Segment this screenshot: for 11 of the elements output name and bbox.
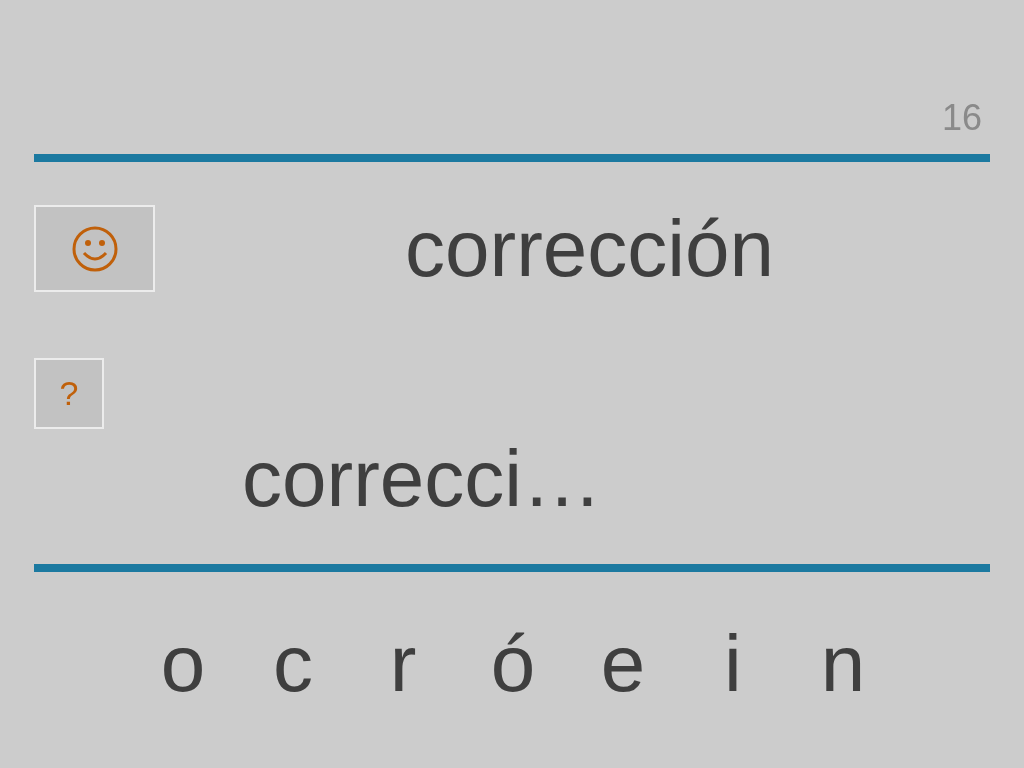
letter-tile[interactable]: ó xyxy=(458,624,568,704)
hint-button[interactable] xyxy=(34,205,155,292)
letter-tile[interactable]: c xyxy=(238,624,348,704)
page-number: 16 xyxy=(941,100,983,136)
letter-tile[interactable]: o xyxy=(128,624,238,704)
answer-text: correcci… xyxy=(242,439,603,519)
letter-tile[interactable]: r xyxy=(348,624,458,704)
letter-tile[interactable]: e xyxy=(568,624,678,704)
letter-tile[interactable]: i xyxy=(678,624,788,704)
letter-tile[interactable]: n xyxy=(788,624,898,704)
target-word: corrección xyxy=(405,208,775,289)
